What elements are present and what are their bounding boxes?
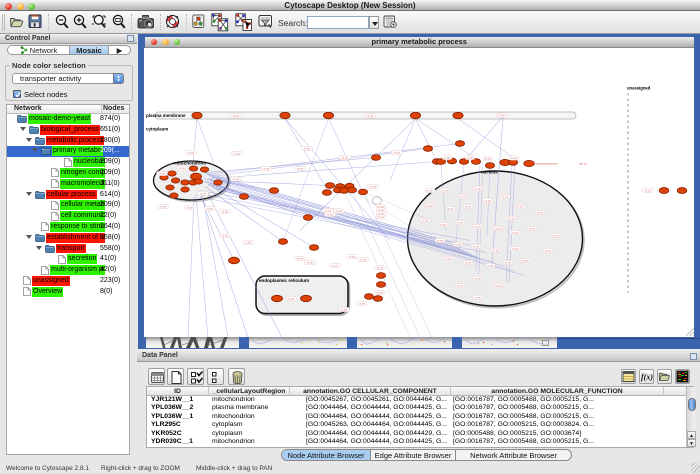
svg-text:xx xxx: xx xxx bbox=[187, 206, 194, 209]
svg-text:xx xxx: xx xxx bbox=[552, 234, 559, 237]
svg-text:xx xxx: xx xxx bbox=[455, 243, 462, 246]
svg-text:xx xxx: xx xxx bbox=[336, 210, 343, 213]
svg-text:xx xxx: xx xxx bbox=[465, 205, 472, 208]
svg-text:xx xxx: xx xxx bbox=[349, 255, 356, 258]
svg-text:xx xxx: xx xxx bbox=[495, 284, 502, 287]
svg-text:mitochondrion: mitochondrion bbox=[174, 160, 206, 165]
svg-text:xx xxx: xx xxx bbox=[437, 239, 444, 242]
svg-text:f(x): f(x) bbox=[641, 373, 653, 382]
svg-text:xx xxx: xx xxx bbox=[207, 207, 214, 210]
svg-text:xx xxx: xx xxx bbox=[160, 205, 167, 208]
svg-text:xx xxx: xx xxx bbox=[297, 167, 304, 170]
svg-text:xx xxx: xx xxx bbox=[512, 247, 519, 250]
svg-text:xx xxx: xx xxx bbox=[370, 185, 377, 188]
svg-text:xx xxx: xx xxx bbox=[465, 261, 472, 264]
svg-text:xx xxx: xx xxx bbox=[332, 264, 339, 267]
svg-text:xx xxx: xx xxx bbox=[233, 114, 240, 117]
svg-text:xx xxx: xx xxx bbox=[377, 266, 384, 269]
svg-text:xxx xx: xxx xx bbox=[579, 161, 587, 165]
svg-text:xx xxx: xx xxx bbox=[537, 211, 544, 214]
svg-text:xx xxx: xx xxx bbox=[485, 199, 492, 202]
svg-text:xx xxx: xx xxx bbox=[447, 207, 454, 210]
svg-text:xx xxx: xx xxx bbox=[499, 114, 506, 117]
svg-text:xx xxx: xx xxx bbox=[495, 227, 502, 230]
svg-text:xx xxx: xx xxx bbox=[367, 114, 374, 117]
svg-text:xx xxx: xx xxx bbox=[475, 225, 482, 228]
svg-text:xx xxx: xx xxx bbox=[359, 302, 366, 305]
svg-text:xx xxx: xx xxx bbox=[342, 156, 349, 159]
svg-text:xx xxx: xx xxx bbox=[475, 296, 482, 299]
svg-text:xx xxx: xx xxx bbox=[304, 147, 311, 150]
svg-text:xx xxx: xx xxx bbox=[341, 308, 348, 311]
svg-text:xx xxx: xx xxx bbox=[377, 291, 384, 294]
svg-text:xx xxx: xx xxx bbox=[378, 216, 385, 219]
svg-text:xx xxx: xx xxx bbox=[445, 257, 452, 260]
svg-text:xx xxx: xx xxx bbox=[475, 187, 482, 190]
svg-text:xx xxx: xx xxx bbox=[394, 151, 401, 154]
svg-text:xx xxx: xx xxx bbox=[442, 189, 449, 192]
svg-text:xx xxx: xx xxx bbox=[360, 258, 367, 261]
svg-text:plasma membrane: plasma membrane bbox=[146, 113, 186, 118]
svg-text:xx xxx: xx xxx bbox=[427, 204, 434, 207]
svg-text:xx xxx: xx xxx bbox=[460, 195, 467, 198]
svg-text:xx xxx: xx xxx bbox=[509, 217, 516, 220]
svg-text:xx xxx: xx xxx bbox=[505, 261, 512, 264]
svg-text:xx xxx: xx xxx bbox=[200, 192, 207, 195]
svg-text:xx xxx: xx xxx bbox=[222, 234, 229, 237]
svg-text:cytoplasm: cytoplasm bbox=[146, 126, 168, 131]
svg-text:xx xxx: xx xxx bbox=[485, 158, 492, 161]
svg-text:xx xxx: xx xxx bbox=[297, 257, 304, 260]
svg-text:xx xxx: xx xxx bbox=[288, 297, 295, 300]
svg-text:xx xxx: xx xxx bbox=[245, 241, 252, 244]
svg-text:xx xxx: xx xxx bbox=[188, 151, 195, 154]
svg-text:xx xxx: xx xxx bbox=[645, 189, 652, 192]
svg-text:xx xxx: xx xxx bbox=[522, 259, 529, 262]
svg-text:xx xxx: xx xxx bbox=[475, 277, 482, 280]
svg-text:xx xxx: xx xxx bbox=[159, 172, 166, 175]
svg-text:xx xxx: xx xxx bbox=[222, 210, 229, 213]
svg-text:xx xxx: xx xxx bbox=[457, 221, 464, 224]
svg-text:xx xxx: xx xxx bbox=[487, 264, 494, 267]
svg-text:xx xxx: xx xxx bbox=[233, 178, 240, 181]
svg-text:xx xxx: xx xxx bbox=[422, 219, 429, 222]
svg-text:xx xxx: xx xxx bbox=[444, 156, 451, 159]
svg-text:xx xxx: xx xxx bbox=[511, 157, 518, 160]
svg-text:xx xxx: xx xxx bbox=[545, 249, 552, 252]
svg-text:xx xxx: xx xxx bbox=[179, 167, 186, 170]
svg-text:xx xxx: xx xxx bbox=[327, 213, 334, 216]
svg-text:xx xxx: xx xxx bbox=[234, 152, 241, 155]
svg-text:xx xxx: xx xxx bbox=[307, 261, 314, 264]
svg-text:xx xxx: xx xxx bbox=[427, 189, 434, 192]
svg-text:xx xxx: xx xxx bbox=[440, 223, 447, 226]
svg-text:xx xxx: xx xxx bbox=[512, 231, 519, 234]
svg-text:xx xxx: xx xxx bbox=[467, 156, 474, 159]
svg-text:xx xxx: xx xxx bbox=[517, 205, 524, 208]
svg-text:xxxxxxxxxxxxxxxxx: xxxxxxxxxxxxxxxxx bbox=[534, 161, 558, 165]
svg-text:xx xxx: xx xxx bbox=[263, 167, 270, 170]
svg-text:xx xxx: xx xxx bbox=[529, 227, 536, 230]
svg-text:xx xxx: xx xxx bbox=[493, 249, 500, 252]
svg-text:xx xxx: xx xxx bbox=[502, 195, 509, 198]
svg-text:endoplasmic reticulum: endoplasmic reticulum bbox=[259, 278, 309, 283]
svg-text:unassigned: unassigned bbox=[627, 85, 651, 90]
svg-text:xx xxx: xx xxx bbox=[457, 284, 464, 287]
svg-text:xx xxx: xx xxx bbox=[473, 245, 480, 248]
